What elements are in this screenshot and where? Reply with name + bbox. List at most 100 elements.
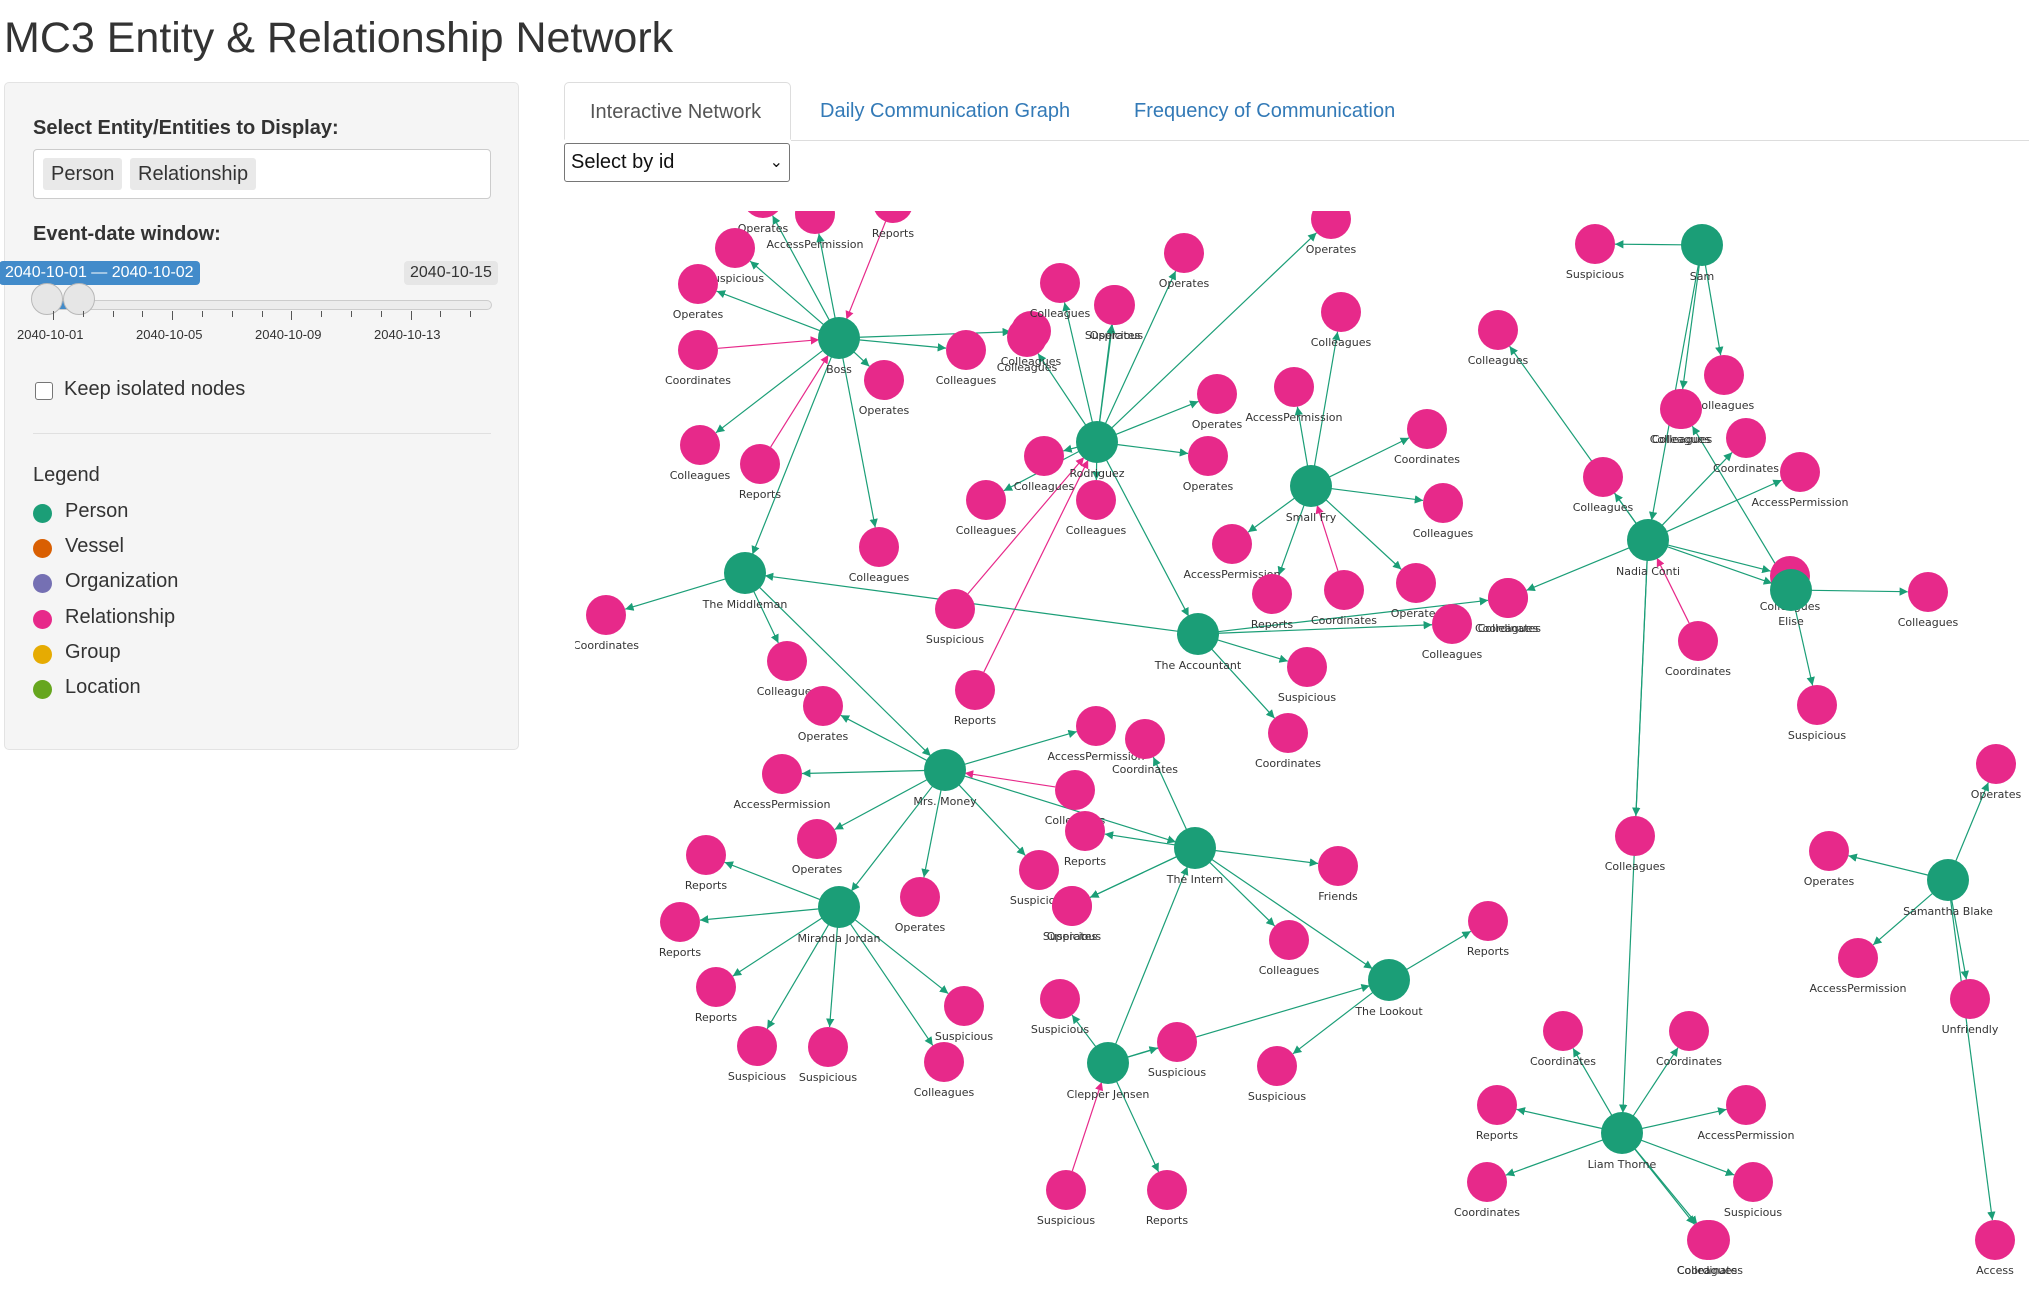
relationship-node-circle[interactable] xyxy=(1311,211,1351,239)
relationship-node-circle[interactable] xyxy=(1125,719,1165,759)
relationship-node[interactable]: Colleagues xyxy=(1014,436,1075,493)
relationship-node[interactable]: AccessPermission xyxy=(1698,1085,1795,1142)
relationship-node[interactable]: Access xyxy=(1975,1220,2015,1277)
relationship-node-circle[interactable] xyxy=(1780,452,1820,492)
relationship-node-circle[interactable] xyxy=(1287,647,1327,687)
person-node-elise[interactable]: Elise xyxy=(1770,569,1812,628)
relationship-node[interactable]: Reports xyxy=(954,670,996,727)
relationship-node-circle[interactable] xyxy=(808,1027,848,1067)
person-node-clepper-circle[interactable] xyxy=(1087,1042,1129,1084)
relationship-node-circle[interactable] xyxy=(1908,572,1948,612)
relationship-node[interactable]: Operates xyxy=(792,819,843,876)
relationship-node-circle[interactable] xyxy=(1157,1022,1197,1062)
relationship-node-circle[interactable] xyxy=(873,211,913,223)
keep-isolated-checkbox[interactable] xyxy=(35,382,53,400)
relationship-node-circle[interactable] xyxy=(797,819,837,859)
person-node-accountant[interactable]: The Accountant xyxy=(1154,613,1242,672)
relationship-node[interactable]: AccessPermission xyxy=(1246,367,1343,424)
relationship-node-circle[interactable] xyxy=(1065,811,1105,851)
relationship-node[interactable]: Operates xyxy=(1306,211,1357,256)
relationship-node-circle[interactable] xyxy=(1188,436,1228,476)
relationship-node-circle[interactable] xyxy=(1019,850,1059,890)
relationship-node[interactable]: Colleagues xyxy=(936,330,997,387)
relationship-node-circle[interactable] xyxy=(1212,524,1252,564)
relationship-node[interactable]: Suspicious xyxy=(1724,1162,1783,1219)
person-node-smallfry-circle[interactable] xyxy=(1290,465,1332,507)
relationship-node-circle[interactable] xyxy=(1733,1162,1773,1202)
relationship-node[interactable]: Suspicious xyxy=(1248,1046,1307,1103)
tab-interactive-network[interactable]: Interactive Network xyxy=(564,82,791,140)
relationship-node[interactable]: Suspicious xyxy=(728,1026,787,1083)
relationship-node[interactable]: Operates xyxy=(1159,233,1210,290)
relationship-node-circle[interactable] xyxy=(1324,570,1364,610)
relationship-node[interactable]: Colleagues xyxy=(1413,483,1474,540)
person-node-intern-circle[interactable] xyxy=(1174,827,1216,869)
relationship-node[interactable]: Operates xyxy=(1183,436,1234,493)
relationship-node[interactable]: Operates xyxy=(1971,744,2022,801)
relationship-node[interactable]: Coordinates xyxy=(1311,570,1377,627)
person-node-intern[interactable]: The Intern xyxy=(1166,827,1224,886)
date-slider-track[interactable] xyxy=(37,300,492,310)
person-node-nadia[interactable]: Nadia Conti xyxy=(1616,519,1680,578)
relationship-node-circle[interactable] xyxy=(1040,979,1080,1019)
relationship-node[interactable]: Colleagues xyxy=(1259,920,1320,977)
relationship-node-circle[interactable] xyxy=(864,360,904,400)
relationship-node[interactable]: Suspicious xyxy=(1788,685,1847,742)
entity-chip-person[interactable]: Person xyxy=(43,158,123,190)
relationship-node[interactable]: Operates xyxy=(859,360,910,417)
relationship-node[interactable]: Reports xyxy=(739,444,781,501)
relationship-node-circle[interactable] xyxy=(795,211,835,234)
relationship-node[interactable]: Colleagues xyxy=(1066,480,1127,537)
relationship-node-circle[interactable] xyxy=(586,595,626,635)
person-node-accountant-circle[interactable] xyxy=(1177,613,1219,655)
tab-daily-communication-graph[interactable]: Daily Communication Graph xyxy=(820,82,1070,140)
slider-handle-from[interactable] xyxy=(31,283,63,315)
relationship-node[interactable]: Suspicious xyxy=(926,589,985,646)
person-node-elise-circle[interactable] xyxy=(1770,569,1812,611)
relationship-node[interactable]: Suspicious xyxy=(935,986,994,1043)
relationship-node-circle[interactable] xyxy=(762,754,802,794)
relationship-node[interactable]: Operates xyxy=(1192,374,1243,431)
relationship-node[interactable]: AccessPermission xyxy=(1810,938,1907,995)
relationship-node-circle[interactable] xyxy=(740,444,780,484)
relationship-node[interactable]: Colleagues xyxy=(1694,355,1755,412)
relationship-node[interactable]: Colleagues xyxy=(1030,263,1091,320)
select-by-id-dropdown[interactable]: Select by id ⌄ xyxy=(564,143,790,182)
relationship-node-circle[interactable] xyxy=(1318,846,1358,886)
relationship-node[interactable]: Coordinates xyxy=(1255,713,1321,770)
relationship-node[interactable]: Colleagues xyxy=(670,425,731,482)
relationship-node-circle[interactable] xyxy=(1007,317,1047,357)
person-node-lookout[interactable]: The Lookout xyxy=(1354,959,1423,1018)
relationship-node[interactable]: Coordinates xyxy=(1530,1011,1596,1068)
relationship-node[interactable]: Operates xyxy=(895,877,946,934)
relationship-node[interactable]: AccessPermission xyxy=(734,754,831,811)
relationship-node[interactable]: Coordinates xyxy=(665,330,731,387)
relationship-node-circle[interactable] xyxy=(946,330,986,370)
relationship-node[interactable]: Suspicious xyxy=(1148,1022,1207,1079)
person-node-boss-circle[interactable] xyxy=(818,317,860,359)
relationship-node-circle[interactable] xyxy=(1147,1170,1187,1210)
relationship-node[interactable]: Operates xyxy=(1391,563,1442,620)
person-node-boss[interactable]: Boss xyxy=(818,317,860,376)
relationship-node-circle[interactable] xyxy=(1046,1170,1086,1210)
person-node-rodriguez-circle[interactable] xyxy=(1076,421,1118,463)
relationship-node[interactable]: Suspicious xyxy=(1037,1170,1096,1227)
relationship-node[interactable]: Colleagues xyxy=(1573,457,1634,514)
relationship-node-circle[interactable] xyxy=(680,425,720,465)
relationship-node-circle[interactable] xyxy=(1662,389,1702,429)
relationship-node-circle[interactable] xyxy=(1252,574,1292,614)
relationship-node-circle[interactable] xyxy=(660,902,700,942)
tab-frequency-of-communication[interactable]: Frequency of Communication xyxy=(1134,82,1395,140)
slider-handle-to[interactable] xyxy=(63,283,95,315)
relationship-node[interactable]: Reports xyxy=(872,211,914,240)
person-node-miranda-circle[interactable] xyxy=(818,886,860,928)
relationship-node[interactable]: Reports xyxy=(1467,901,1509,958)
relationship-node-circle[interactable] xyxy=(1809,831,1849,871)
person-node-middleman-circle[interactable] xyxy=(724,552,766,594)
relationship-node[interactable]: Coordinates xyxy=(1454,1162,1520,1219)
relationship-node-circle[interactable] xyxy=(1950,979,1990,1019)
relationship-node-circle[interactable] xyxy=(678,330,718,370)
relationship-node-circle[interactable] xyxy=(1268,713,1308,753)
relationship-node-circle[interactable] xyxy=(1583,457,1623,497)
relationship-node[interactable]: Suspicious xyxy=(1085,285,1144,342)
